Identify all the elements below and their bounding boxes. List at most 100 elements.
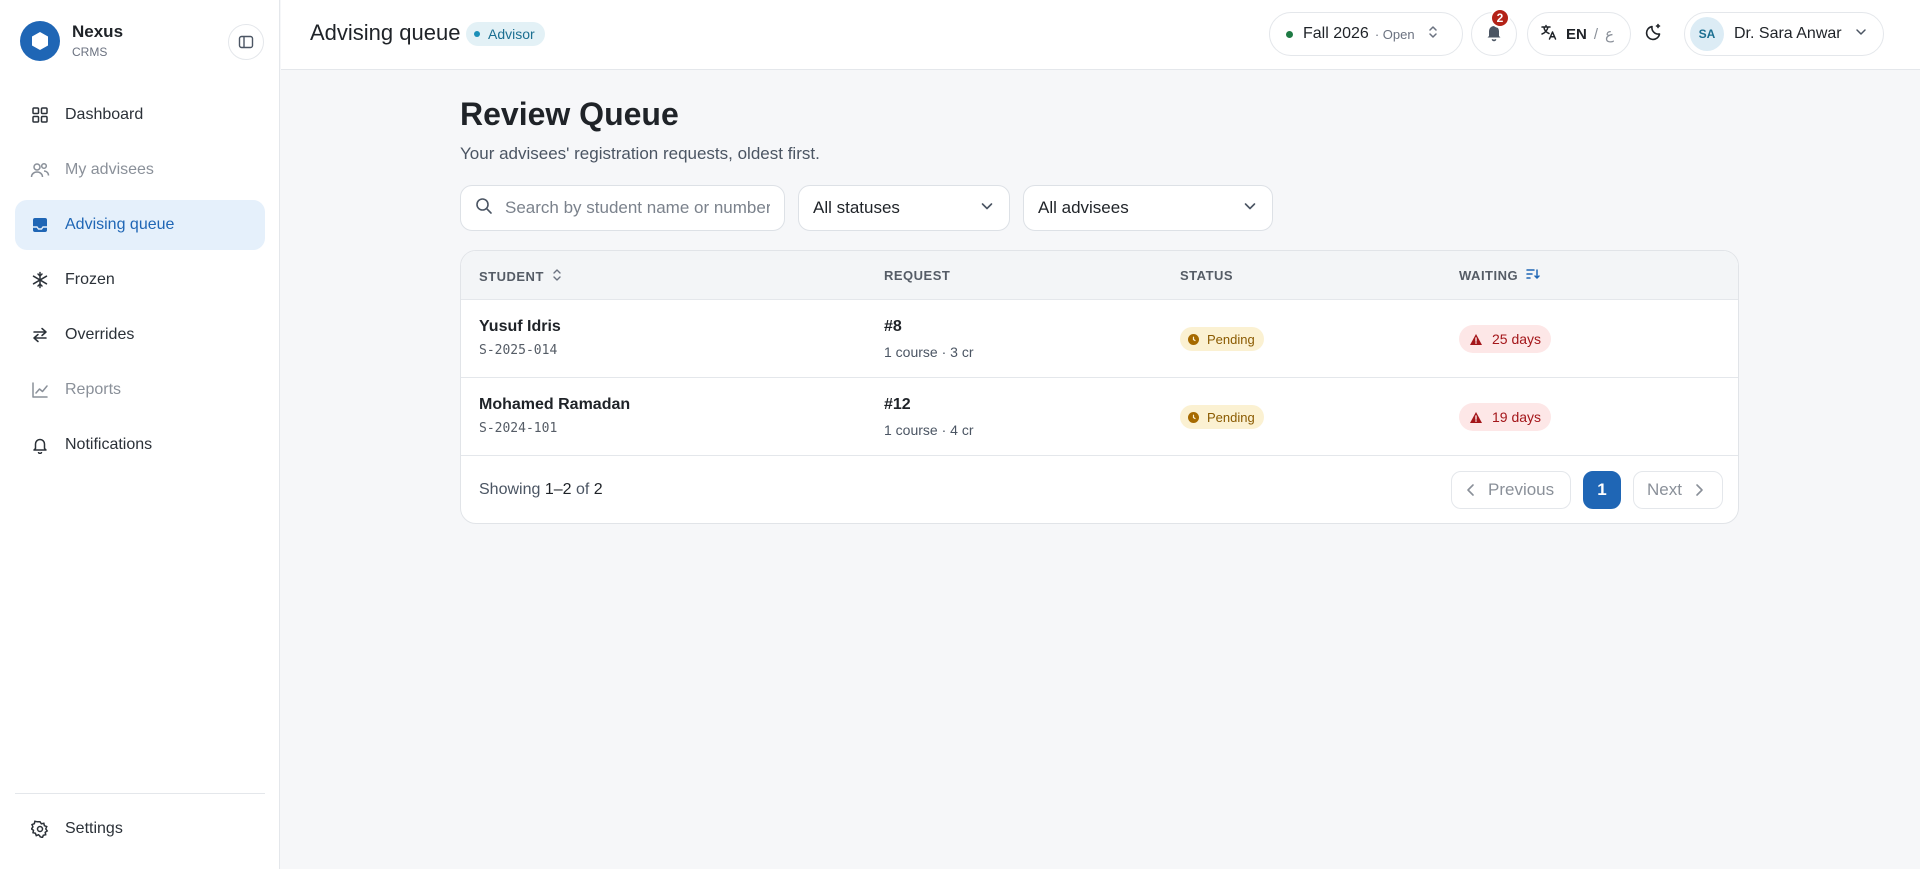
inbox-icon [30,215,50,235]
avatar: SA [1690,17,1724,51]
sidebar: Nexus CRMS Dashboard My advisees Advisin… [0,0,280,869]
brand-name: Nexus [72,22,124,41]
grid-icon [30,105,50,125]
status-badge: Pending [1180,327,1264,351]
sidebar-panel-icon [238,35,254,49]
notifications-button[interactable]: 2 [1471,8,1517,56]
page-title: Advising queue [310,20,461,45]
sidebar-item-my-advisees[interactable]: My advisees [15,145,265,195]
column-label: STATUS [1180,268,1234,283]
sidebar-item-advising-queue[interactable]: Advising queue [15,200,265,250]
term-name: Fall 2026 [1303,25,1369,42]
clock-icon [1188,333,1199,345]
language-switcher[interactable]: EN / ع [1527,12,1631,56]
hexagon-logo-icon [20,21,60,61]
sidebar-item-label: Frozen [65,271,115,288]
role-dot-icon [474,31,480,37]
role-badge-label: Advisor [488,26,535,42]
sidebar-item-label: Reports [65,381,122,398]
chevron-down-icon [979,198,995,219]
sort-ascending-icon [1526,268,1540,283]
summary-of: of [575,481,590,498]
chevron-down-icon [1854,25,1868,44]
table-row[interactable]: Yusuf Idris S-2025-014 #8 1 course · 3 c… [461,300,1738,378]
chevrons-up-down-icon [1427,24,1439,45]
page-1-button[interactable]: 1 [1583,471,1621,509]
brand[interactable]: Nexus CRMS [20,21,123,61]
sidebar-item-dashboard[interactable]: Dashboard [15,90,265,140]
sidebar-item-overrides[interactable]: Overrides [15,310,265,360]
column-header-student[interactable]: STUDENT [479,268,562,285]
waiting-badge: 25 days [1459,325,1552,353]
sidebar-item-frozen[interactable]: Frozen [15,255,265,305]
request-number[interactable]: #8 [884,318,902,336]
sidebar-item-notifications[interactable]: Notifications [15,420,265,470]
sidebar-item-label: Advising queue [65,216,175,233]
table-row[interactable]: Mohamed Ramadan S-2024-101 #12 1 course … [461,378,1738,456]
results-summary: Showing 1–2 of 2 [479,481,603,499]
student-name: Mohamed Ramadan [479,396,631,413]
sidebar-item-label: Notifications [65,436,153,453]
column-header-request: REQUEST [884,268,950,283]
chevron-right-icon [1696,484,1703,496]
term-state: · Open [1374,26,1415,42]
status-label: Pending [1207,409,1255,425]
notification-count-badge: 2 [1490,8,1510,28]
status-badge: Pending [1180,405,1264,429]
chevron-down-icon [1242,198,1258,219]
column-header-status: STATUS [1180,268,1233,283]
previous-label: Previous [1488,480,1555,499]
previous-page-button[interactable]: Previous [1451,471,1571,509]
column-header-waiting[interactable]: WAITING [1459,268,1540,283]
sidebar-item-label: Overrides [65,326,135,343]
table-header: STUDENT REQUEST STATUS WAITING [461,251,1738,300]
language-alternate: ع [1605,26,1614,43]
sidebar-item-label: Settings [65,820,123,837]
warning-icon [1470,333,1482,345]
user-menu[interactable]: SA Dr. Sara Anwar [1684,12,1884,56]
status-filter-select[interactable]: All statuses [798,185,1010,231]
sidebar-toggle-button[interactable] [228,24,264,60]
request-number[interactable]: #12 [884,396,911,414]
role-badge: Advisor [466,22,545,46]
term-selector[interactable]: Fall 2026 · Open [1269,12,1463,56]
bell-icon [30,435,50,455]
sidebar-item-settings[interactable]: Settings [15,804,265,854]
status-label: Pending [1207,331,1255,347]
advisee-filter-value: All advisees [1038,198,1129,217]
language-current: EN [1566,25,1587,43]
sort-icon [552,268,562,285]
search-input[interactable] [505,198,770,218]
summary-prefix: Showing [479,481,541,498]
top-bar: Advising queue Advisor Fall 2026 · Open … [281,0,1920,70]
warning-icon [1470,411,1482,423]
sidebar-nav: Dashboard My advisees Advising queue Fro… [15,90,265,475]
request-detail: 1 course · 3 cr [884,344,974,360]
user-name: Dr. Sara Anwar [1734,25,1842,42]
open-status-dot-icon [1286,30,1293,38]
advisee-filter-select[interactable]: All advisees [1023,185,1273,231]
waiting-badge: 19 days [1459,403,1552,431]
next-page-button[interactable]: Next [1633,471,1723,509]
chevron-left-icon [1467,484,1474,496]
theme-toggle-button[interactable] [1637,17,1671,51]
search-box[interactable] [460,185,785,231]
snowflake-icon [30,270,50,290]
table-footer: Showing 1–2 of 2 Previous 1 Next [461,456,1738,523]
section-title: Review Queue [460,96,679,132]
language-separator: / [1593,25,1599,43]
brand-subtitle: CRMS [72,45,108,59]
users-icon [30,160,50,180]
moon-icon [1644,22,1664,47]
status-filter-value: All statuses [813,198,900,217]
request-detail: 1 course · 4 cr [884,422,974,438]
column-label: WAITING [1459,268,1519,283]
column-label: REQUEST [884,268,951,283]
chart-line-icon [30,380,50,400]
waiting-label: 25 days [1492,331,1542,347]
summary-range: 1–2 [544,481,572,498]
sidebar-item-reports[interactable]: Reports [15,365,265,415]
summary-total: 2 [593,481,603,498]
student-id: S-2025-014 [479,343,558,358]
student-name: Yusuf Idris [479,318,561,335]
